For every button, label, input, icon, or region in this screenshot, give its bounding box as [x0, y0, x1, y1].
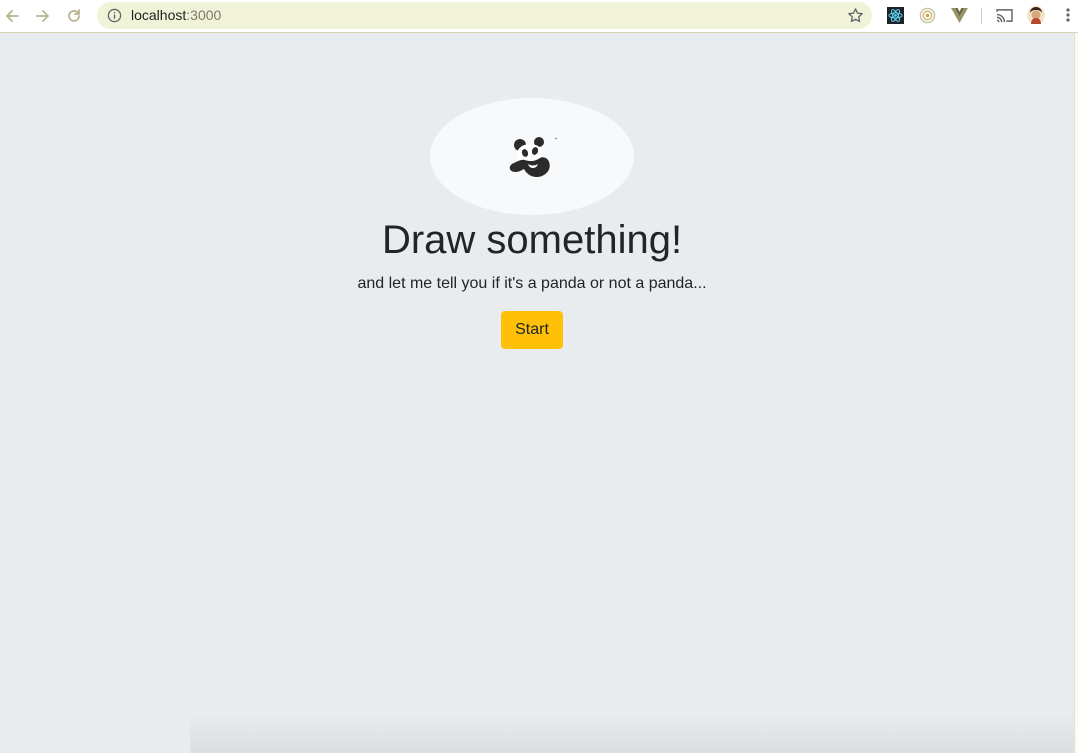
panda-icon: [509, 137, 558, 178]
react-devtools-icon[interactable]: [886, 6, 904, 24]
star-icon[interactable]: [847, 7, 864, 24]
extension-icon[interactable]: [918, 6, 936, 24]
bottom-shadow: [190, 712, 1074, 753]
cast-icon[interactable]: [995, 6, 1013, 24]
info-icon[interactable]: [107, 8, 122, 23]
reload-icon[interactable]: [63, 5, 85, 27]
toolbar-divider: [981, 8, 982, 24]
vue-devtools-icon[interactable]: [950, 6, 968, 24]
browser-toolbar: localhost:3000: [0, 0, 1078, 33]
forward-arrow-icon[interactable]: [32, 5, 54, 27]
url-host: localhost: [131, 7, 187, 23]
kebab-menu-icon[interactable]: [1059, 6, 1077, 24]
address-bar[interactable]: localhost:3000: [97, 2, 872, 29]
avatar[interactable]: [1027, 6, 1045, 24]
back-arrow-icon[interactable]: [1, 5, 23, 27]
page-subtitle: and let me tell you if it's a panda or n…: [357, 275, 707, 292]
url-text[interactable]: localhost:3000: [131, 8, 221, 23]
page-title: Draw something!: [381, 218, 683, 262]
panda-logo: [430, 98, 634, 215]
start-button[interactable]: Start: [501, 311, 563, 349]
url-port: :3000: [186, 7, 222, 23]
window-edge: [1074, 33, 1078, 753]
